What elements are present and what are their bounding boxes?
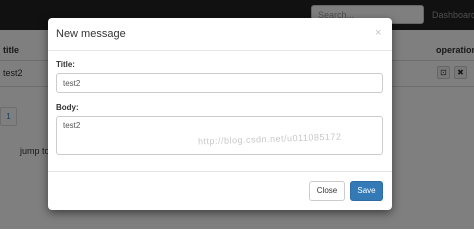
save-button[interactable]: Save	[350, 181, 383, 201]
close-button[interactable]: Close	[309, 181, 345, 201]
new-message-modal: New message × Title: Body: test2 http://…	[48, 18, 392, 210]
title-input[interactable]	[56, 73, 383, 93]
body-label: Body:	[56, 103, 79, 112]
modal-title: New message	[56, 28, 126, 40]
title-label: Title:	[56, 60, 75, 69]
modal-footer-divider	[48, 171, 392, 172]
modal-header-divider	[48, 50, 392, 51]
close-icon[interactable]: ×	[375, 27, 381, 39]
